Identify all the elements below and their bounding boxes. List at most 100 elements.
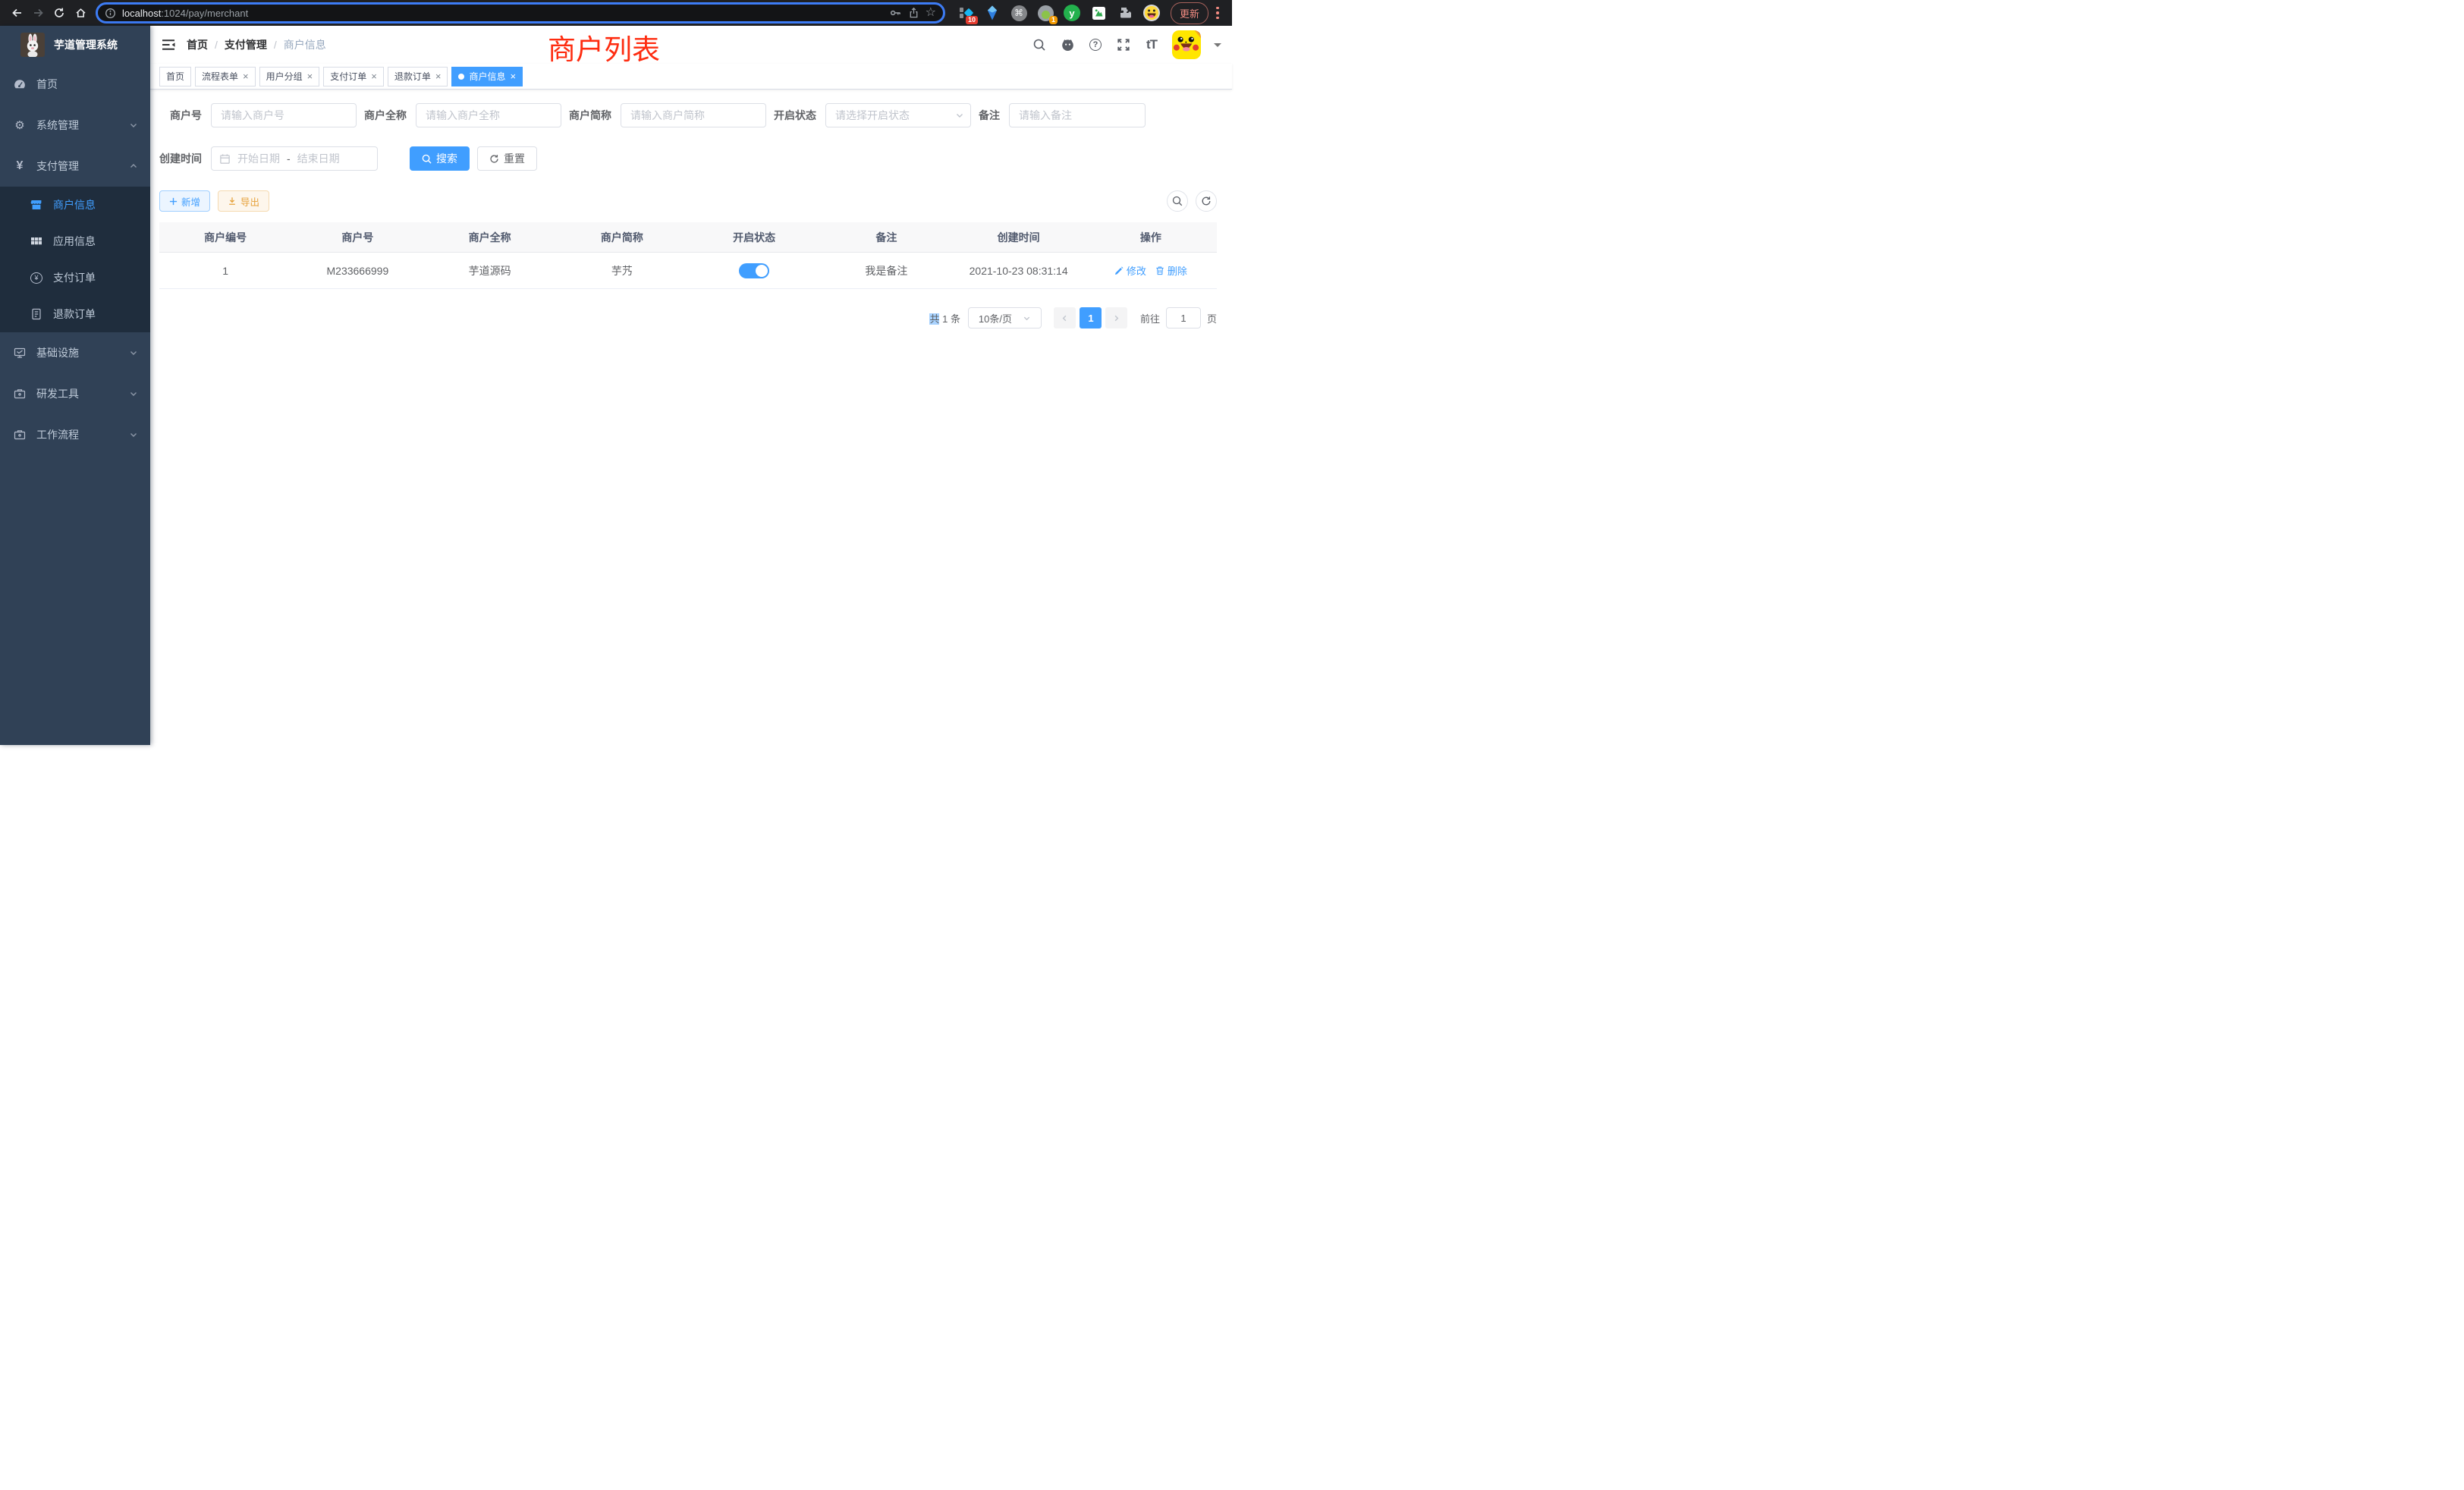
reset-button[interactable]: 重置 — [477, 146, 537, 171]
merchant-no-input[interactable] — [211, 103, 357, 127]
refresh-icon — [1201, 196, 1212, 206]
extension-proxy-icon[interactable]: 1 — [1037, 5, 1054, 21]
prev-page-button[interactable] — [1054, 307, 1076, 328]
password-key-icon[interactable] — [889, 7, 902, 19]
home-icon — [74, 7, 87, 19]
sidebar-item-system[interactable]: ⚙ 系统管理 — [0, 105, 150, 146]
sidebar-item-app-info[interactable]: 应用信息 — [0, 223, 150, 259]
chevron-down-icon — [129, 348, 138, 357]
add-button[interactable]: 新增 — [159, 190, 210, 212]
filter-merchant-no: 商户号 — [159, 103, 357, 127]
start-date-placeholder[interactable]: 开始日期 — [237, 151, 280, 166]
tag-label: 用户分组 — [266, 70, 303, 83]
sidebar-item-merchant-info[interactable]: 商户信息 — [0, 187, 150, 223]
fullscreen-icon[interactable] — [1116, 37, 1131, 52]
sidebar-item-refund-order[interactable]: 退款订单 — [0, 296, 150, 332]
cell-id: 1 — [159, 265, 291, 277]
end-date-placeholder[interactable]: 结束日期 — [297, 151, 340, 166]
address-bar[interactable]: localhost:1024/pay/merchant ☆ — [96, 2, 945, 24]
filter-status: 开启状态 — [774, 103, 971, 127]
chevron-down-icon — [129, 389, 138, 398]
breadcrumb-home[interactable]: 首页 — [187, 37, 208, 52]
edit-link[interactable]: 修改 — [1114, 263, 1146, 278]
short-name-input[interactable] — [621, 103, 766, 127]
document-icon — [30, 308, 42, 320]
header-search-icon[interactable] — [1032, 37, 1047, 52]
user-avatar[interactable] — [1172, 30, 1201, 59]
tag-user-group[interactable]: 用户分组 × — [259, 67, 320, 86]
toggle-search-button[interactable] — [1167, 190, 1188, 212]
bookmark-star-icon[interactable]: ☆ — [926, 7, 936, 19]
extension-gem-icon[interactable] — [984, 5, 1001, 21]
extension-y-icon[interactable]: y — [1064, 5, 1080, 21]
sidebar-logo[interactable]: 芋道管理系统 — [0, 26, 150, 64]
cell-created-at: 2021-10-23 08:31:14 — [953, 265, 1085, 277]
full-name-input[interactable] — [416, 103, 561, 127]
date-range-picker[interactable]: 开始日期 - 结束日期 — [211, 146, 378, 171]
browser-update-button[interactable]: 更新 — [1171, 2, 1208, 24]
close-icon[interactable]: × — [510, 71, 516, 81]
tag-refund-order[interactable]: 退款订单 × — [388, 67, 448, 86]
delete-link[interactable]: 删除 — [1155, 263, 1187, 278]
dashboard-icon — [14, 78, 26, 90]
refresh-table-button[interactable] — [1196, 190, 1217, 212]
extension-notes-icon[interactable] — [1090, 5, 1107, 21]
extension-emoji-avatar[interactable] — [1143, 5, 1160, 21]
url-text[interactable]: localhost:1024/pay/merchant — [122, 8, 883, 19]
sidebar-item-label: 支付管理 — [36, 159, 79, 174]
green-doc-icon — [1092, 6, 1106, 20]
remark-input[interactable] — [1009, 103, 1146, 127]
close-icon[interactable]: × — [435, 71, 442, 81]
font-size-icon[interactable]: tT — [1144, 37, 1159, 52]
page-1-button[interactable]: 1 — [1080, 307, 1102, 328]
briefcase-icon — [14, 429, 26, 441]
browser-forward-button[interactable] — [27, 2, 49, 24]
sidebar-item-home[interactable]: 首页 — [0, 64, 150, 105]
tag-pay-order[interactable]: 支付订单 × — [323, 67, 384, 86]
status-select-input[interactable] — [825, 103, 971, 127]
goto-page-input[interactable] — [1166, 307, 1201, 328]
next-page-button[interactable] — [1105, 307, 1127, 328]
export-button-label: 导出 — [240, 194, 259, 209]
hamburger-fold-icon — [162, 39, 175, 51]
tag-process-form[interactable]: 流程表单 × — [195, 67, 256, 86]
browser-home-button[interactable] — [70, 2, 91, 24]
sidebar-item-dev-tools[interactable]: 研发工具 — [0, 373, 150, 414]
sidebar-item-pay-order[interactable]: ¥ 支付订单 — [0, 259, 150, 296]
url-host: localhost — [122, 8, 161, 19]
help-icon[interactable]: ? — [1088, 37, 1103, 52]
page-content: 商户号 商户全称 商户简称 开启状态 — [150, 90, 1232, 745]
close-icon[interactable]: × — [243, 71, 249, 81]
browser-menu-button[interactable] — [1216, 7, 1219, 20]
sidebar-item-infrastructure[interactable]: 基础设施 — [0, 332, 150, 373]
tag-merchant-info[interactable]: 商户信息 × — [451, 67, 523, 86]
search-button[interactable]: 搜索 — [410, 146, 470, 171]
app-title: 芋道管理系统 — [54, 37, 118, 52]
breadcrumb-payment[interactable]: 支付管理 — [225, 37, 267, 52]
column-header: 商户编号 — [159, 230, 291, 245]
chevron-right-icon — [1112, 314, 1120, 322]
close-icon[interactable]: × — [371, 71, 377, 81]
export-button[interactable]: 导出 — [218, 190, 269, 212]
tag-home[interactable]: 首页 — [159, 67, 191, 86]
extensions-puzzle-icon[interactable] — [1117, 5, 1133, 21]
extension-sidebar-icon[interactable]: 10 — [957, 5, 974, 21]
chevron-down-icon — [129, 121, 138, 130]
grid-icon — [30, 235, 42, 247]
sidebar-item-label: 工作流程 — [36, 427, 79, 442]
browser-back-button[interactable] — [6, 2, 27, 24]
sidebar-collapse-button[interactable] — [150, 26, 187, 64]
status-toggle[interactable] — [739, 263, 769, 278]
sidebar-item-workflow[interactable]: 工作流程 — [0, 414, 150, 455]
close-icon[interactable]: × — [307, 71, 313, 81]
avatar-caret-icon[interactable] — [1214, 43, 1221, 51]
browser-reload-button[interactable] — [49, 2, 70, 24]
sidebar-item-payment[interactable]: ¥ 支付管理 — [0, 146, 150, 187]
cell-actions: 修改 删除 — [1085, 263, 1217, 278]
site-info-icon[interactable] — [105, 8, 116, 19]
extension-command-icon[interactable]: ⌘ — [1010, 5, 1027, 21]
status-select[interactable] — [825, 103, 971, 127]
page-size-select[interactable]: 10条/页 — [968, 307, 1042, 328]
github-icon[interactable] — [1060, 37, 1075, 52]
share-icon[interactable] — [908, 7, 919, 19]
